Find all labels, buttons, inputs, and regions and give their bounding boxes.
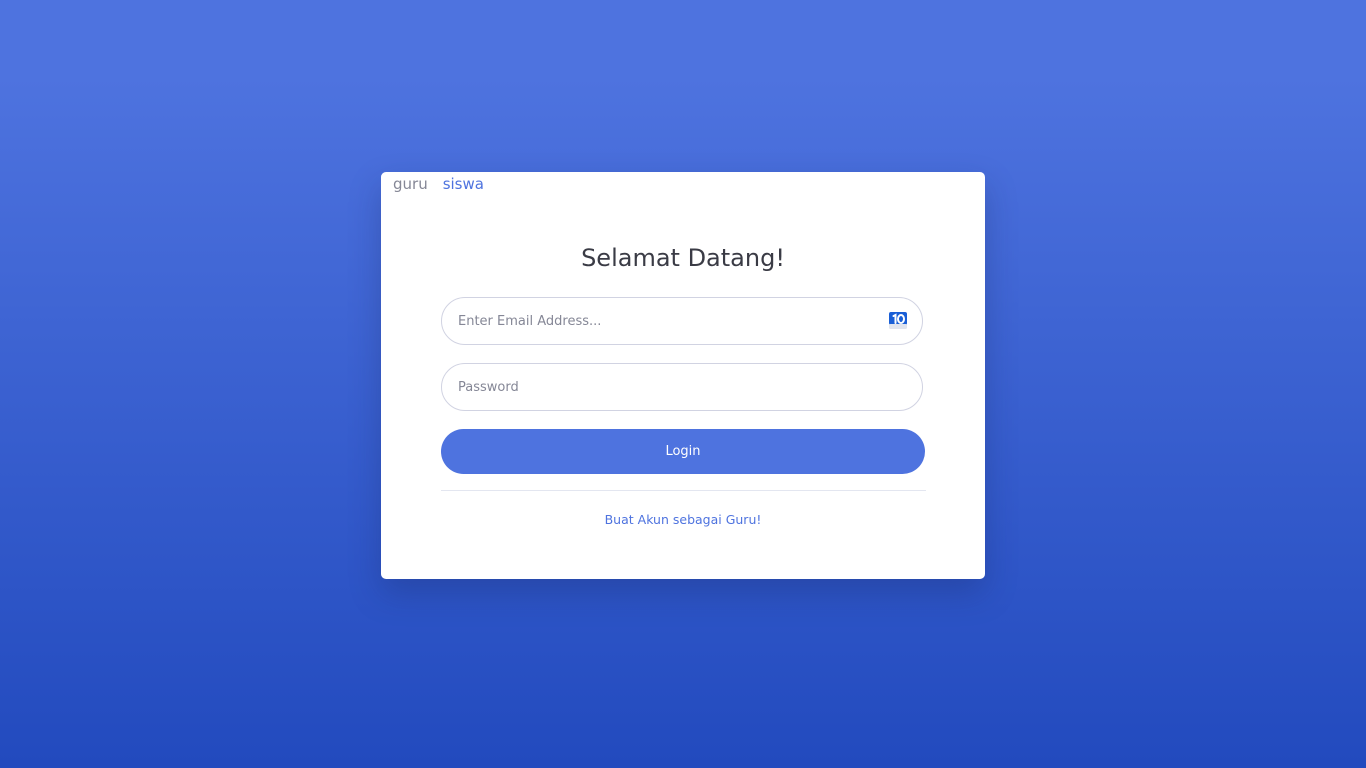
page-title: Selamat Datang!: [581, 244, 785, 272]
email-field-wrapper: [441, 297, 923, 345]
tab-guru[interactable]: guru: [393, 174, 428, 194]
role-tabs: guru siswa: [393, 174, 484, 194]
tab-siswa[interactable]: siswa: [443, 174, 484, 194]
password-field-wrapper: [441, 363, 923, 411]
password-field[interactable]: [458, 364, 878, 410]
email-field[interactable]: [458, 298, 878, 344]
divider: [441, 490, 926, 491]
password-manager-icon[interactable]: [887, 311, 909, 331]
register-teacher-link[interactable]: Buat Akun sebagai Guru!: [381, 511, 985, 529]
login-button[interactable]: Login: [441, 429, 925, 474]
login-card: guru siswa Selamat Datang! Login Buat Ak…: [381, 172, 985, 579]
